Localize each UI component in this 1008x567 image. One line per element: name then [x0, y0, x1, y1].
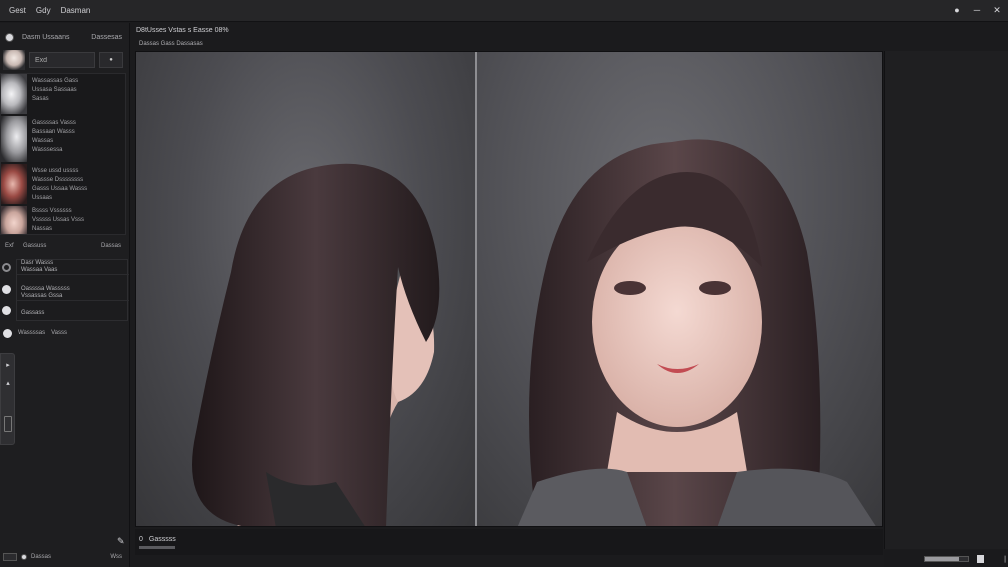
- toggle-icon[interactable]: [3, 328, 12, 338]
- status-bar: 0 Gasssss: [135, 529, 883, 555]
- asset-item[interactable]: Bssss Vssssss Vsssss Ussas Vsss Nassas: [1, 206, 125, 234]
- minimize-icon[interactable]: ─: [970, 3, 984, 17]
- asset-thumbnail: [1, 116, 27, 162]
- layers-header-third[interactable]: Dassas: [101, 243, 121, 249]
- app-logo-icon: [5, 32, 14, 42]
- canvas-pane-right[interactable]: [477, 52, 882, 526]
- sidebar-title: Dasm Ussaans: [22, 33, 70, 41]
- canvas-area[interactable]: [135, 51, 883, 527]
- asset-line: Ussaas: [32, 195, 53, 201]
- zoom-handle-icon[interactable]: [976, 554, 985, 563]
- asset-item[interactable]: Wassassas Gass Ussasa Sassaas Sasas: [1, 74, 125, 114]
- layer-subtitle: Wassaa Vaas: [21, 267, 58, 273]
- zoom-slider-fill: [925, 556, 960, 561]
- menu-item-1[interactable]: Gest: [4, 6, 31, 15]
- footer-dot-icon: [21, 554, 27, 560]
- asset-line: Ussasa Sassaas: [32, 87, 77, 93]
- tool-strip: ▸ ▴: [0, 353, 15, 445]
- move-tool-icon[interactable]: ▸: [4, 362, 12, 370]
- pen-icon[interactable]: ✎: [117, 536, 125, 547]
- asset-thumbnail: [1, 164, 27, 204]
- layers-header: Exf Gassuss Dassas: [0, 239, 126, 253]
- layer-group: Dasr Wasss Wassaa Vaas Oassssa Wasssss V…: [16, 259, 129, 321]
- layer-row[interactable]: Dasr Wasss Wassaa Vaas: [17, 260, 129, 275]
- sidebar-header: Dasm Ussaans Dassesas: [0, 27, 130, 47]
- layer-subtitle: Vssassas Gssa: [21, 293, 63, 299]
- sidebar-footer: Dassas Wss: [0, 547, 130, 567]
- asset-line: Wassas: [32, 138, 54, 144]
- menu-item-3[interactable]: Dasman: [56, 6, 96, 15]
- asset-list: Wassassas Gass Ussasa Sassaas Sasas Gass…: [0, 73, 126, 235]
- layer-title: Gassass: [21, 310, 45, 316]
- layer-row[interactable]: Oassssa Wasssss Vssassas Gssa: [17, 286, 129, 301]
- canvas-pane-left[interactable]: [136, 52, 475, 526]
- footer-end: Wss: [110, 554, 122, 560]
- asset-item[interactable]: Wsse ussd ussss Wassse Dssssssss Gasss U…: [1, 164, 125, 204]
- close-icon[interactable]: ✕: [990, 3, 1004, 17]
- misc-row[interactable]: Wassssas Vasss: [0, 326, 126, 340]
- layer-visibility-icon[interactable]: [2, 306, 11, 315]
- layer-row[interactable]: Gassass: [17, 306, 129, 321]
- asset-thumbnail: [1, 74, 27, 114]
- asset-line: Bssss Vssssss: [32, 208, 72, 214]
- footer-toggle[interactable]: [3, 553, 17, 561]
- layer-title: Dasr Wasss: [21, 260, 54, 266]
- asset-item[interactable]: Gassssas Vasss Bassaan Wasss Wassas Wass…: [1, 116, 125, 162]
- asset-line: Wassse Dssssssss: [32, 177, 84, 183]
- misc-row-value: Vasss: [51, 330, 68, 336]
- asset-line: Wsse ussd ussss: [32, 168, 79, 174]
- layers-header-first: Exf: [5, 243, 14, 249]
- document-subtitle: Dassas Gass Dassasas: [139, 41, 203, 47]
- window-controls: ● ─ ✕: [950, 3, 1004, 17]
- chat-icon[interactable]: ●: [950, 3, 964, 17]
- asset-line: Gassssas Vasss: [32, 120, 76, 126]
- layers-header-second: Gassuss: [23, 243, 47, 249]
- status-label: Gasssss: [148, 535, 176, 543]
- asset-line: Wasssessa: [32, 147, 63, 153]
- footer-label: Dassas: [31, 554, 52, 560]
- misc-row-label: Wassssas: [18, 330, 46, 336]
- profile-portrait-image: [192, 163, 440, 526]
- asset-line: Wassassas Gass: [32, 78, 79, 84]
- status-progress: [139, 545, 175, 549]
- search-row: ●: [0, 50, 128, 70]
- front-portrait-image: [517, 139, 876, 526]
- asset-thumbnail: [1, 206, 27, 234]
- right-footer-end-icon[interactable]: ❘: [1002, 555, 1008, 563]
- asset-line: Gasss Ussaa Wasss: [32, 186, 88, 192]
- shape-tool-icon[interactable]: ▴: [4, 380, 12, 388]
- slot-tool-icon[interactable]: [4, 416, 12, 432]
- zoom-slider[interactable]: [924, 555, 969, 562]
- left-sidebar: Dasm Ussaans Dassesas ● Wassassas Gass U…: [0, 23, 130, 567]
- right-panel: [884, 51, 1008, 549]
- status-page: 0: [139, 535, 143, 543]
- menu-bar: Gest Gdy Dasman ● ─ ✕: [0, 0, 1008, 22]
- document-tab[interactable]: D8tUsses Vstas s Easse 08%: [136, 27, 396, 39]
- search-input[interactable]: [29, 52, 95, 68]
- asset-line: Bassaan Wasss: [32, 129, 75, 135]
- right-footer: ❘: [884, 550, 1008, 567]
- layer-title: Oassssa Wasssss: [21, 286, 70, 292]
- search-thumbnail: [3, 50, 25, 70]
- menu-item-2[interactable]: Gdy: [31, 6, 56, 15]
- layer-visibility-icon[interactable]: [2, 263, 11, 272]
- search-button[interactable]: ●: [99, 52, 123, 68]
- asset-line: Sasas: [32, 96, 49, 102]
- asset-line: Nassas: [32, 226, 53, 232]
- layer-visibility-icon[interactable]: [2, 285, 11, 294]
- asset-line: Vsssss Ussas Vsss: [32, 217, 85, 223]
- sidebar-header-action[interactable]: Dassesas: [91, 34, 125, 41]
